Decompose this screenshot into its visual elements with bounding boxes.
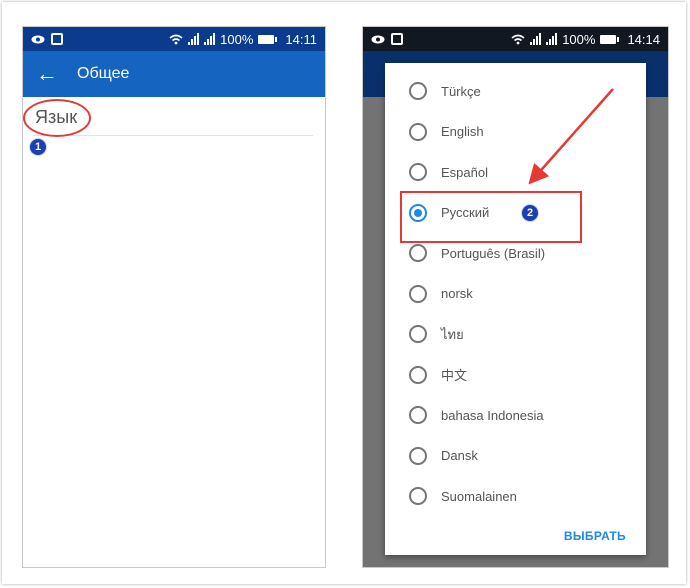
radio-unchecked-icon[interactable] (409, 446, 427, 465)
battery-icon (258, 34, 278, 44)
select-button[interactable]: ВЫБРАТЬ (564, 529, 626, 543)
signal-icon (546, 33, 558, 45)
language-option-label: Español (441, 164, 488, 180)
language-option[interactable]: Dansk (385, 436, 646, 476)
radio-unchecked-icon[interactable] (409, 365, 427, 384)
signal-icon (204, 33, 216, 45)
radio-unchecked-icon[interactable] (409, 325, 427, 343)
language-option-label: Suomalainen (441, 488, 517, 504)
wifi-icon (169, 34, 183, 45)
step-badge: 2 (522, 205, 538, 221)
radio-unchecked-icon[interactable] (409, 82, 427, 100)
status-bar: 100% 14:11 (23, 27, 325, 51)
battery-icon (600, 34, 620, 44)
clock: 14:14 (627, 31, 660, 47)
language-option-label: English (441, 124, 484, 139)
phone-screen-language-dialog: 100% 14:14 Türkçe English Español Русский Po… (362, 26, 669, 568)
language-option[interactable]: ไทย (385, 314, 646, 354)
signal-icon (188, 33, 200, 45)
radio-unchecked-icon[interactable] (409, 487, 427, 505)
language-option[interactable]: Türkçe (385, 71, 646, 111)
battery-percent: 100% (562, 31, 596, 47)
language-option-label: ไทย (441, 326, 464, 342)
language-option[interactable]: norsk (385, 274, 646, 314)
radio-unchecked-icon[interactable] (409, 163, 427, 181)
page-title: Общее (77, 65, 130, 82)
eye-icon (31, 35, 45, 44)
language-option-label: Türkçe (441, 83, 481, 99)
radio-unchecked-icon[interactable] (409, 244, 427, 262)
screenshot-frame: 100% 14:11 ← Общее Язык 1 100% 14:14 Tür… (2, 2, 686, 584)
language-option[interactable]: Suomalainen (385, 476, 646, 516)
language-option-label: 中文 (441, 368, 468, 383)
highlight-box (400, 191, 582, 243)
radio-unchecked-icon[interactable] (409, 406, 427, 424)
language-option-label: norsk (441, 286, 473, 301)
language-option[interactable]: bahasa Indonesia (385, 395, 646, 435)
highlight-ellipse (23, 99, 91, 137)
clock: 14:11 (285, 31, 317, 47)
language-option[interactable]: Español (385, 152, 646, 192)
radio-unchecked-icon[interactable] (409, 284, 427, 303)
language-option-label: Português (Brasil) (441, 245, 546, 261)
step-badge: 1 (30, 139, 46, 155)
wifi-icon (511, 34, 525, 45)
cast-icon (51, 33, 63, 45)
app-bar: ← Общее (23, 51, 325, 97)
radio-unchecked-icon[interactable] (409, 122, 427, 141)
battery-percent: 100% (220, 31, 254, 47)
status-bar: 100% 14:14 (363, 27, 668, 51)
language-option[interactable]: English (385, 112, 646, 152)
language-dialog: Türkçe English Español Русский Português (Br… (385, 63, 646, 555)
phone-screen-general: 100% 14:11 ← Общее Язык 1 (22, 26, 326, 568)
language-option-label: Dansk (441, 448, 478, 463)
signal-icon (530, 33, 542, 45)
eye-icon (371, 35, 385, 44)
language-option-label: bahasa Indonesia (441, 407, 544, 423)
cast-icon (391, 33, 403, 45)
back-arrow-icon[interactable]: ← (27, 51, 67, 97)
language-option[interactable]: 中文 (385, 355, 646, 395)
